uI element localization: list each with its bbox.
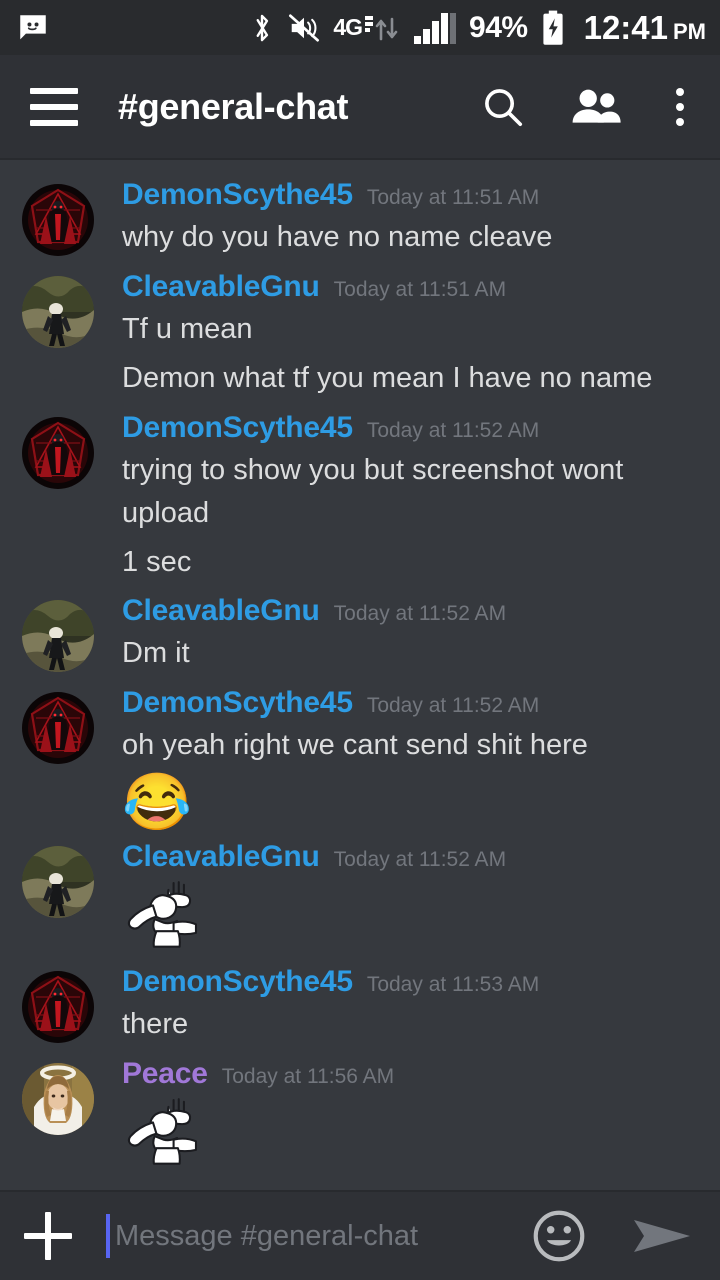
signal-bars-icon	[413, 11, 457, 45]
message-text: why do you have no name cleave	[122, 221, 553, 253]
overflow-menu-icon[interactable]	[666, 84, 694, 130]
message-timestamp: Today at 11:56 AM	[221, 1065, 395, 1089]
message-body: CleavableGnu Today at 11:52 AM Dm it	[122, 594, 704, 678]
message-author[interactable]: DemonScythe45	[122, 965, 353, 998]
message-header: DemonScythe45 Today at 11:52 AM	[122, 411, 704, 444]
demonscythe45-avatar[interactable]	[22, 417, 94, 489]
cleavablegnu-avatar[interactable]	[22, 276, 94, 348]
peace-avatar[interactable]	[22, 1063, 94, 1135]
clock-time: 12:41	[583, 9, 668, 46]
battery-charging-icon	[540, 10, 566, 46]
4g-lte-icon: 4G	[333, 13, 401, 43]
demonscythe45-avatar[interactable]	[22, 184, 94, 256]
message-body: CleavableGnu Today at 11:52 AM	[122, 840, 704, 957]
message-header: DemonScythe45 Today at 11:53 AM	[122, 965, 704, 998]
message-header: Peace Today at 11:56 AM	[122, 1057, 704, 1090]
message-text: oh yeah right we cant send shit here	[122, 729, 588, 762]
message-text: 1 sec	[122, 545, 192, 578]
message-author[interactable]: CleavableGnu	[122, 594, 320, 627]
message-sticker	[122, 1092, 704, 1174]
hamburger-menu-icon[interactable]	[30, 87, 78, 126]
channel-header: #general-chat	[0, 55, 720, 160]
message-text: Dm it	[122, 637, 190, 670]
message-timestamp: Today at 11:52 AM	[366, 694, 540, 718]
text-cursor	[106, 1214, 110, 1258]
emoji-smiley-icon[interactable]	[532, 1209, 586, 1263]
plus-icon[interactable]	[24, 1212, 72, 1260]
search-icon[interactable]	[480, 84, 526, 130]
message-author[interactable]: DemonScythe45	[122, 686, 353, 719]
status-bar-clock: 12:41 PM	[584, 11, 706, 44]
demonscythe45-avatar[interactable]	[22, 971, 94, 1043]
message-body: DemonScythe45 Today at 11:53 AM there	[122, 965, 704, 1049]
message-body: DemonScythe45 Today at 11:52 AM trying to …	[122, 411, 704, 587]
message-input-placeholder: Message #general-chat	[115, 1219, 419, 1252]
send-arrow-icon[interactable]	[632, 1214, 692, 1258]
message-sticker	[122, 875, 704, 957]
message-author[interactable]: DemonScythe45	[122, 178, 353, 211]
dab-figure-emoji	[122, 1096, 208, 1166]
discord-mobile-screen: 4G 94% 12:41 PM #general-chat DemonScyth…	[0, 0, 720, 1280]
volume-muted-icon	[287, 13, 321, 43]
message-text: trying to show you but screenshot wont u…	[122, 453, 624, 529]
message-author[interactable]: CleavableGnu	[122, 270, 320, 303]
message-body: DemonScythe45 Today at 11:51 AM why do you…	[122, 178, 704, 262]
members-icon[interactable]	[570, 86, 622, 128]
data-transfer-arrows-icon	[373, 13, 401, 43]
message-group[interactable]: DemonScythe45 Today at 11:53 AM there	[0, 961, 720, 1053]
message-body: CleavableGnu Today at 11:51 AM Tf u mean De…	[122, 270, 704, 403]
battery-percent-label: 94%	[469, 10, 528, 44]
message-timestamp: Today at 11:52 AM	[333, 848, 507, 872]
message-input-field[interactable]: Message #general-chat	[106, 1211, 512, 1261]
message-author[interactable]: CleavableGnu	[122, 840, 320, 873]
channel-name-title: #general-chat	[118, 85, 349, 127]
message-timestamp: Today at 11:51 AM	[333, 277, 507, 301]
bluetooth-icon	[249, 11, 275, 45]
message-header: CleavableGnu Today at 11:51 AM	[122, 270, 704, 303]
message-list[interactable]: DemonScythe45 Today at 11:51 AM why do you…	[0, 160, 720, 1190]
message-bubble-icon	[16, 11, 50, 45]
message-text: Tf u mean	[122, 312, 253, 345]
message-body: Peace Today at 11:56 AM	[122, 1057, 704, 1174]
message-emoji: 😂	[122, 770, 704, 832]
demonscythe45-avatar[interactable]	[22, 692, 94, 764]
message-group[interactable]: Peace Today at 11:56 AM	[0, 1053, 720, 1178]
message-group[interactable]: CleavableGnu Today at 11:52 AM	[0, 836, 720, 961]
network-type-label: 4G	[333, 14, 363, 40]
message-text: there	[122, 1008, 189, 1041]
message-timestamp: Today at 11:52 AM	[333, 602, 507, 626]
message-header: DemonScythe45 Today at 11:52 AM	[122, 686, 704, 719]
message-group[interactable]: DemonScythe45 Today at 11:52 AM oh yeah ri…	[0, 682, 720, 836]
message-group[interactable]: CleavableGnu Today at 11:51 AM Tf u mean De…	[0, 266, 720, 407]
dab-figure-emoji	[122, 879, 208, 949]
message-group[interactable]: DemonScythe45 Today at 11:52 AM trying to …	[0, 407, 720, 591]
message-timestamp: Today at 11:51 AM	[366, 186, 540, 209]
android-status-bar: 4G 94% 12:41 PM	[0, 0, 720, 55]
message-timestamp: Today at 11:52 AM	[366, 418, 540, 442]
message-header: CleavableGnu Today at 11:52 AM	[122, 840, 704, 873]
message-author[interactable]: DemonScythe45	[122, 411, 353, 444]
message-group[interactable]: CleavableGnu Today at 11:52 AM Dm it	[0, 590, 720, 682]
cleavablegnu-avatar[interactable]	[22, 600, 94, 672]
message-body: DemonScythe45 Today at 11:52 AM oh yeah ri…	[122, 686, 704, 832]
message-group[interactable]: DemonScythe45 Today at 11:51 AM why do you…	[0, 174, 720, 266]
message-timestamp: Today at 11:53 AM	[366, 973, 540, 997]
message-input-bar: Message #general-chat	[0, 1190, 720, 1280]
face-with-tears-of-joy-emoji: 😂	[122, 770, 192, 834]
clock-meridiem: PM	[673, 19, 706, 44]
cleavablegnu-avatar[interactable]	[22, 846, 94, 918]
message-header: DemonScythe45 Today at 11:51 AM	[122, 178, 704, 211]
message-author[interactable]: Peace	[122, 1057, 208, 1090]
message-text: Demon what tf you mean I have no name	[122, 361, 653, 394]
message-header: CleavableGnu Today at 11:52 AM	[122, 594, 704, 627]
